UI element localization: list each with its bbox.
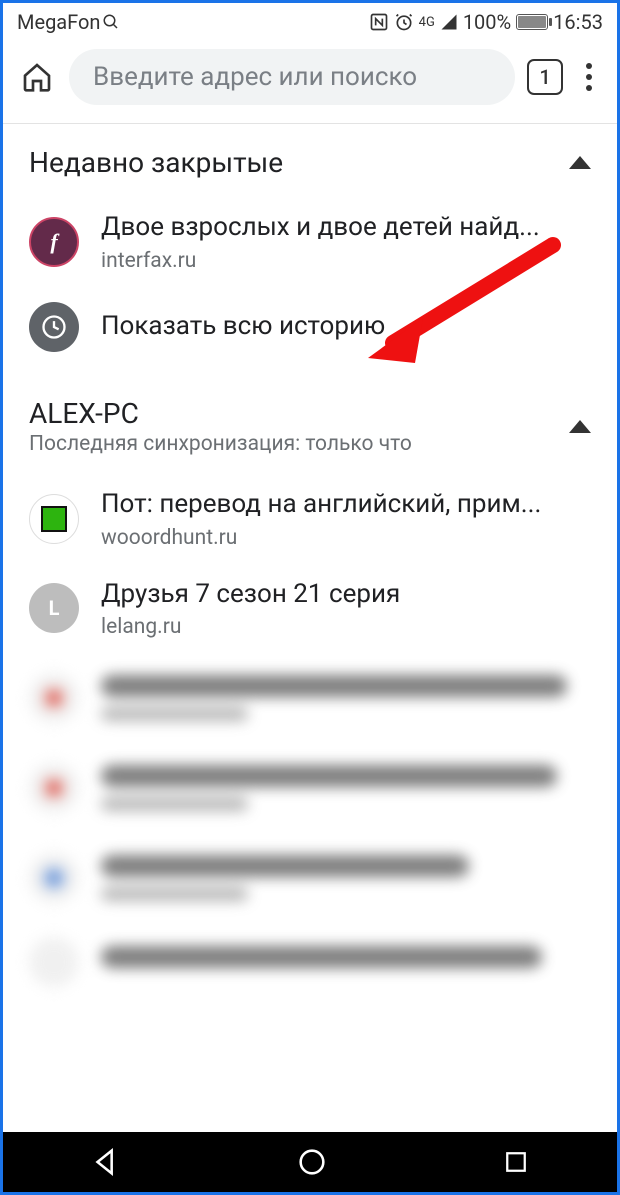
favicon-letter: L — [29, 583, 79, 633]
show-full-history-button[interactable]: Показать всю историю — [3, 287, 617, 367]
network-label: 4G — [419, 15, 435, 30]
home-button[interactable] — [17, 57, 57, 97]
clock-label: 16:53 — [553, 10, 603, 34]
list-item-blurred — [3, 923, 617, 987]
list-item-blurred — [3, 743, 617, 833]
section-header-device[interactable]: ALEX-PC Последняя синхронизация: только … — [3, 367, 617, 474]
recents-button[interactable] — [501, 1147, 531, 1177]
section-title: Недавно закрытые — [29, 146, 283, 179]
search-icon — [102, 13, 120, 31]
favicon-blurred — [29, 763, 79, 813]
section-title: ALEX-PC — [29, 397, 412, 430]
row-title: Показать всю историю — [101, 310, 591, 344]
section-header-recent[interactable]: Недавно закрытые — [3, 124, 617, 197]
favicon-blurred — [29, 853, 79, 903]
row-url: wooordhunt.ru — [101, 526, 591, 550]
android-navbar — [3, 1132, 617, 1192]
favicon-blurred — [29, 673, 79, 723]
omnibox[interactable]: Введите адрес или поиско — [69, 49, 515, 105]
clock-icon — [29, 302, 79, 352]
row-title: Пот: перевод на английский, прим... — [101, 488, 591, 522]
battery-pct: 100% — [463, 10, 511, 34]
section-subtitle: Последняя синхронизация: только что — [29, 432, 412, 456]
home-icon — [21, 61, 53, 93]
status-bar: MegaFon 4G 100% 16:53 — [3, 3, 617, 39]
alarm-icon — [394, 12, 414, 32]
menu-dots-icon — [586, 63, 592, 69]
tab-count-label: 1 — [539, 65, 550, 89]
list-item-blurred — [3, 653, 617, 743]
browser-toolbar: Введите адрес или поиско 1 — [3, 39, 617, 123]
signal-icon — [440, 13, 458, 31]
carrier-label: MegaFon — [17, 10, 100, 34]
chevron-up-icon — [569, 420, 591, 433]
list-item[interactable]: L Друзья 7 сезон 21 серия lelang.ru — [3, 564, 617, 654]
row-title: Друзья 7 сезон 21 серия — [101, 578, 591, 612]
row-url: lelang.ru — [101, 615, 591, 639]
row-title: Двое взрослых и двое детей найд... — [101, 211, 591, 245]
tab-switcher-button[interactable]: 1 — [527, 59, 563, 95]
row-url: interfax.ru — [101, 249, 591, 273]
favicon-blurred — [29, 937, 79, 987]
menu-button[interactable] — [575, 63, 603, 91]
omnibox-placeholder: Введите адрес или поиско — [93, 62, 417, 92]
nfc-icon — [369, 12, 389, 32]
list-item[interactable]: Пот: перевод на английский, прим... wooo… — [3, 474, 617, 564]
back-button[interactable] — [89, 1145, 123, 1179]
list-item-blurred — [3, 833, 617, 923]
favicon-interfax: f — [29, 217, 79, 267]
list-item[interactable]: f Двое взрослых и двое детей найд... int… — [3, 197, 617, 287]
battery-icon — [516, 14, 548, 30]
home-button-nav[interactable] — [295, 1145, 329, 1179]
chevron-up-icon — [569, 156, 591, 169]
favicon-wooordhunt — [29, 494, 79, 544]
